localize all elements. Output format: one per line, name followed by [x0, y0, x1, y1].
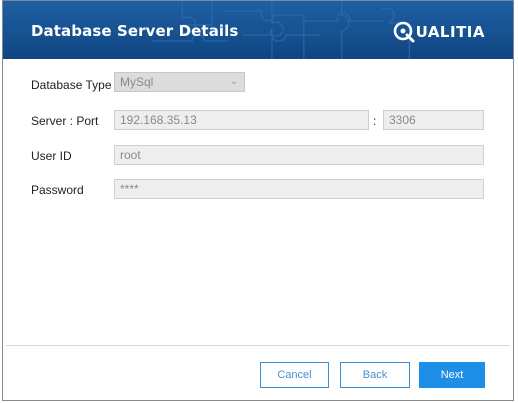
next-button[interactable]: Next [419, 362, 485, 388]
footer-divider [6, 345, 510, 346]
dialog-title: Database Server Details [31, 22, 239, 40]
cancel-button[interactable]: Cancel [260, 362, 329, 388]
back-button[interactable]: Back [340, 362, 410, 388]
user-id-input[interactable]: root [114, 145, 484, 165]
database-type-value: MySql [120, 75, 154, 89]
password-input[interactable]: **** [114, 179, 484, 199]
password-label: Password [31, 183, 84, 197]
database-type-select[interactable]: MySql ⌄ [114, 72, 245, 92]
qualitia-logo-text: UALITIA [415, 23, 485, 41]
database-server-dialog: Database Server Details UALITIA Database… [2, 0, 514, 401]
server-input[interactable]: 192.168.35.13 [114, 110, 369, 130]
dialog-header: Database Server Details UALITIA [3, 1, 513, 59]
database-type-label: Database Type [31, 78, 112, 92]
qualitia-logo-icon [393, 21, 415, 43]
chevron-down-icon: ⌄ [229, 76, 238, 87]
qualitia-logo: UALITIA [393, 21, 485, 43]
server-port-label: Server : Port [31, 114, 99, 128]
user-id-label: User ID [31, 149, 72, 163]
port-input[interactable]: 3306 [383, 110, 484, 130]
port-separator: : [373, 114, 377, 128]
